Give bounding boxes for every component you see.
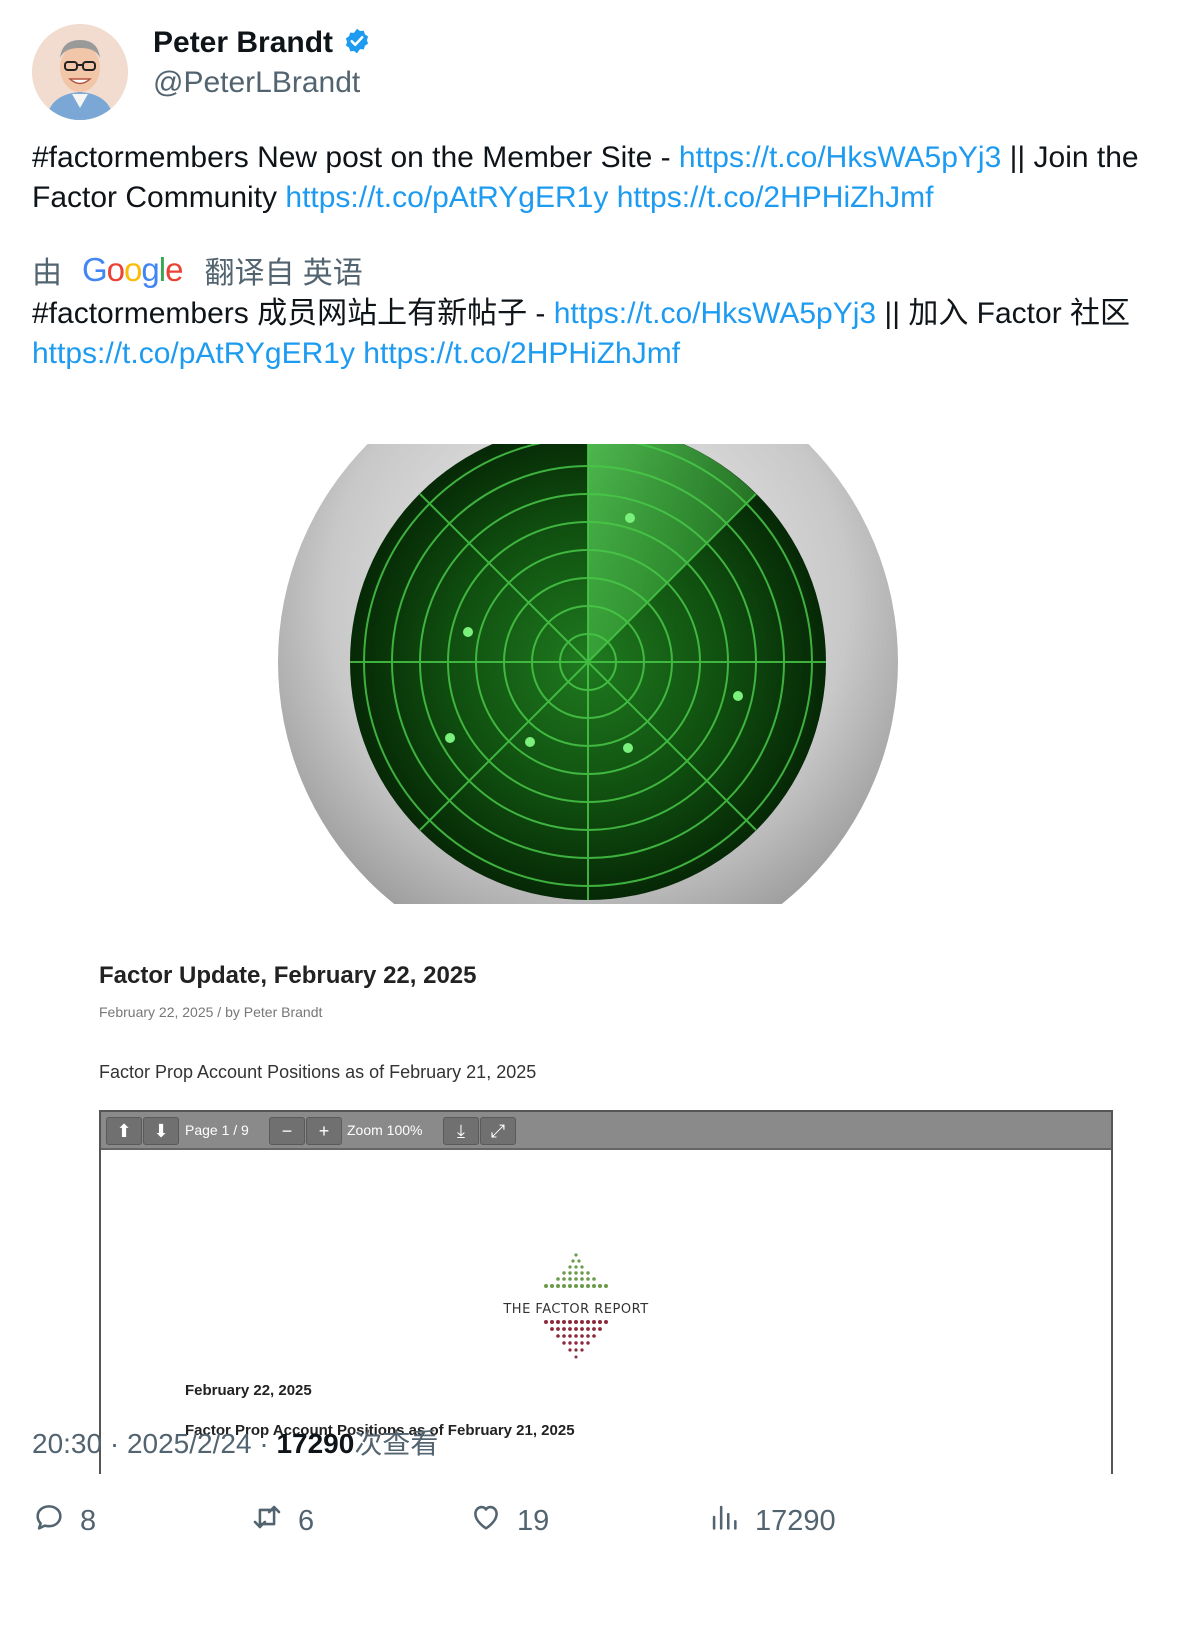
- verified-badge-icon: [343, 27, 371, 60]
- author-handle[interactable]: @PeterLBrandt: [153, 66, 360, 100]
- translated-link-1[interactable]: https://t.co/HksWA5pYj3: [554, 297, 876, 330]
- analytics-icon: [707, 1500, 741, 1542]
- avatar[interactable]: [32, 24, 128, 120]
- translated-text: #factormembers 成员网站上有新帖子 - https://t.co/…: [32, 294, 1167, 374]
- embedded-post-by: / by: [217, 1004, 240, 1020]
- tweet-timestamp: 20:30 · 2025/2/24 · 17290次查看: [32, 1428, 439, 1459]
- translated-text-part1: #factormembers 成员网站上有新帖子 -: [32, 297, 554, 330]
- factor-report-logo-text: THE FACTOR REPORT: [503, 1302, 649, 1317]
- tweet-media-image[interactable]: Factor Update, February 22, 2025 Februar…: [32, 420, 1164, 1474]
- factor-report-logo: THE FACTOR REPORT: [501, 1252, 651, 1367]
- zoom-in-icon: +: [306, 1117, 342, 1145]
- tweet-time[interactable]: 20:30: [32, 1428, 102, 1459]
- tweet-text-part1: #factormembers New post on the Member Si…: [32, 141, 679, 174]
- like-button[interactable]: 19: [469, 1500, 549, 1542]
- translation-suffix: 翻译自 英语: [204, 257, 363, 290]
- page-up-icon: ⬆: [106, 1117, 142, 1145]
- translated-link-3[interactable]: https://t.co/2HPHiZhJmf: [363, 337, 680, 370]
- author-name-line: Peter Brandt: [153, 26, 371, 60]
- pdf-toolbar: ⬆ ⬇ Page 1 / 9 − + Zoom 100% ⤓ ⤢: [101, 1112, 1111, 1150]
- pdf-page-indicator: Page 1 / 9: [185, 1122, 249, 1138]
- heart-icon: [469, 1500, 503, 1542]
- pdf-date: February 22, 2025: [185, 1382, 312, 1399]
- zoom-out-icon: −: [269, 1117, 305, 1145]
- download-icon: ⤓: [443, 1117, 479, 1145]
- tweet-date[interactable]: 2025/2/24: [127, 1428, 252, 1459]
- embedded-post-date: February 22, 2025: [99, 1004, 214, 1020]
- embedded-post-meta: February 22, 2025 / by Peter Brandt: [99, 1004, 322, 1020]
- radar-illustration: [278, 444, 898, 904]
- views-button[interactable]: 17290: [707, 1500, 836, 1542]
- tweet-actions: 8 6 19 17290: [32, 1500, 1162, 1550]
- fullscreen-icon: ⤢: [480, 1117, 516, 1145]
- retweet-button[interactable]: 6: [250, 1500, 314, 1542]
- author-display-name[interactable]: Peter Brandt: [153, 26, 333, 60]
- views-label: 次查看: [354, 1428, 439, 1459]
- translated-link-2[interactable]: https://t.co/pAtRYgER1y: [32, 337, 355, 370]
- retweet-icon: [250, 1500, 284, 1542]
- translation-attribution: 由 Google 翻译自 英语: [32, 248, 363, 292]
- reply-icon: [32, 1500, 66, 1542]
- google-logo: Google: [82, 251, 183, 288]
- pdf-viewer: ⬆ ⬇ Page 1 / 9 − + Zoom 100% ⤓ ⤢ THE FAC…: [99, 1110, 1113, 1474]
- translation-prefix: 由: [32, 257, 62, 290]
- retweet-count: 6: [298, 1504, 315, 1537]
- tweet-header: Peter Brandt @PeterLBrandt: [32, 24, 1162, 120]
- embedded-post-author: Peter Brandt: [243, 1004, 323, 1020]
- pdf-zoom-indicator: Zoom 100%: [347, 1122, 423, 1138]
- embedded-post-title: Factor Update, February 22, 2025: [99, 962, 477, 989]
- translated-text-part2: || 加入 Factor 社区: [876, 297, 1131, 330]
- tweet-text: #factormembers New post on the Member Si…: [32, 138, 1167, 218]
- embedded-post-subtitle: Factor Prop Account Positions as of Febr…: [99, 1062, 537, 1082]
- view-count: 17290: [276, 1428, 355, 1459]
- reply-count: 8: [80, 1504, 97, 1537]
- analytics-count: 17290: [755, 1504, 836, 1537]
- reply-button[interactable]: 8: [32, 1500, 96, 1542]
- like-count: 19: [517, 1504, 550, 1537]
- tweet-link-3[interactable]: https://t.co/2HPHiZhJmf: [617, 181, 934, 214]
- tweet-link-2[interactable]: https://t.co/pAtRYgER1y: [285, 181, 608, 214]
- page-down-icon: ⬇: [143, 1117, 179, 1145]
- tweet-link-1[interactable]: https://t.co/HksWA5pYj3: [679, 141, 1001, 174]
